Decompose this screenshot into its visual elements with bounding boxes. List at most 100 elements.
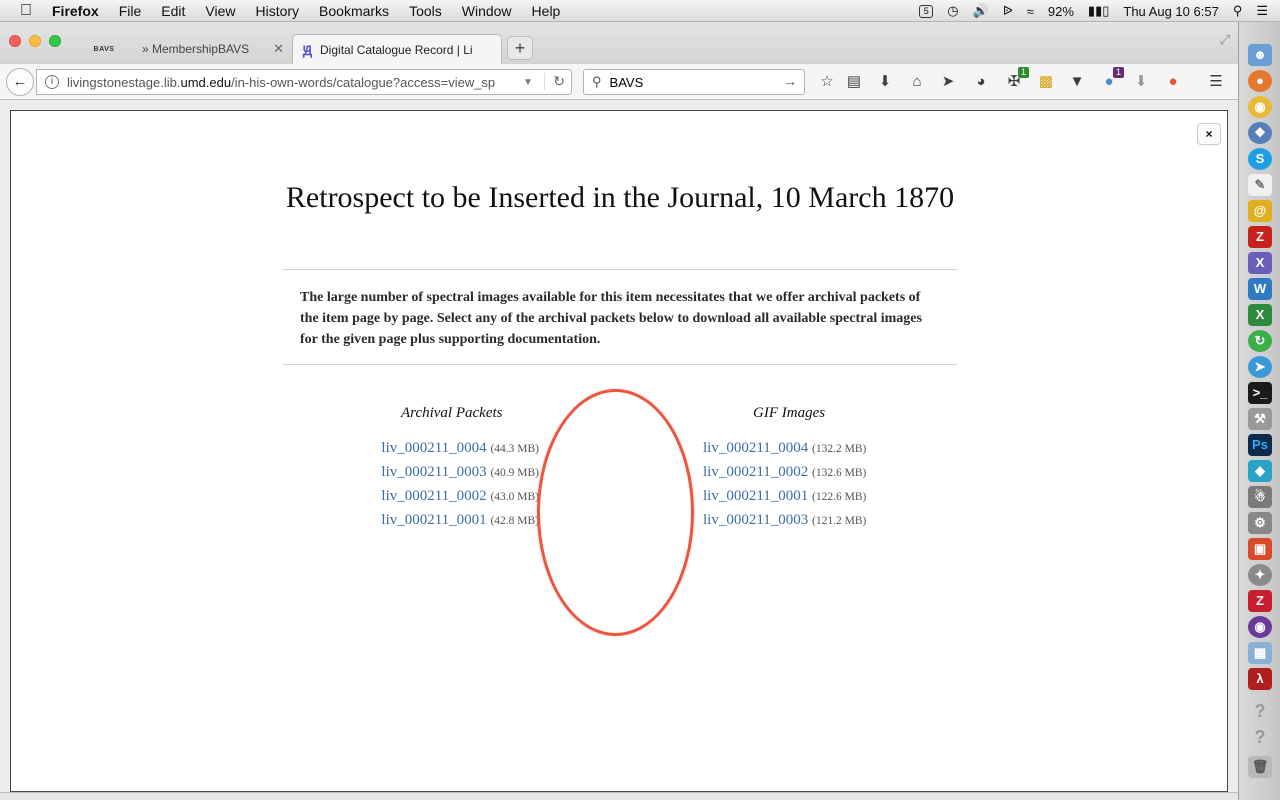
menu-window[interactable]: Window — [462, 3, 512, 19]
archival-packet-link[interactable]: liv_000211_0003 — [381, 464, 486, 480]
ghostery-icon[interactable]: ● 1 — [1100, 67, 1124, 91]
file-size: (121.2 MB) — [812, 515, 867, 527]
pocket-icon[interactable]: ▼ — [1068, 73, 1086, 91]
back-button[interactable]: ← — [6, 68, 34, 96]
search-input[interactable] — [609, 74, 780, 90]
hamburger-menu-icon[interactable]: ☰ — [1207, 73, 1225, 91]
url-domain: umd.edu — [180, 74, 232, 90]
gimp-icon[interactable]: ☃ — [1248, 486, 1272, 508]
list-item: liv_000211_0002 (132.6 MB) — [703, 461, 893, 485]
history-icon[interactable]: ◕ — [972, 73, 990, 91]
home-icon[interactable]: ⌂ — [908, 73, 926, 91]
gif-images-list: liv_000211_0004 (132.2 MB) liv_000211_00… — [703, 437, 893, 533]
search-go-icon[interactable]: → — [783, 73, 797, 89]
status-area: 5 ◷ 🔊 ᐉ ≈ 92% ▮▮▯ Thu Aug 10 6:57 ⚲ ☰ — [919, 0, 1268, 22]
volume-icon[interactable]: 🔊 — [973, 3, 989, 19]
window-minimize-button[interactable] — [29, 35, 41, 47]
url-dropdown-icon[interactable]: ▼ — [523, 77, 533, 88]
screen-sharing-icon[interactable]: ▣ — [1248, 538, 1272, 560]
new-tab-button[interactable]: + — [507, 36, 533, 60]
filezilla-icon[interactable]: Z — [1248, 226, 1272, 248]
download-arrow-icon[interactable]: ⬇ — [1132, 73, 1150, 91]
duckduckgo-icon[interactable]: ● — [1164, 73, 1182, 91]
chrome-icon[interactable]: ◉ — [1248, 96, 1272, 118]
battery-icon[interactable]: ▮▮▯ — [1088, 3, 1109, 19]
file-size: (44.3 MB) — [490, 443, 539, 455]
archival-packet-link[interactable]: liv_000211_0001 — [381, 512, 486, 528]
unknown-app-icon[interactable]: ? — [1248, 700, 1272, 722]
battery-percent[interactable]: 92% — [1048, 4, 1074, 19]
spotlight-icon[interactable]: ⚲ — [1233, 3, 1243, 19]
extension-icon[interactable]: ✠ 1 — [1005, 67, 1029, 91]
menu-help[interactable]: Help — [532, 3, 561, 19]
archival-packets-heading: Archival Packets — [401, 405, 503, 421]
downloads-icon[interactable]: ⬇ — [876, 73, 894, 91]
close-icon[interactable]: ✕ — [273, 41, 284, 57]
ruler-icon[interactable]: ▩ — [1037, 73, 1055, 91]
notification-center-icon[interactable]: ☰ — [1256, 3, 1268, 19]
send-icon[interactable]: ➤ — [939, 73, 957, 91]
cyberduck-icon[interactable]: @ — [1248, 200, 1272, 222]
terminal-icon[interactable]: >_ — [1248, 382, 1272, 404]
archival-packet-link[interactable]: liv_000211_0002 — [381, 488, 486, 504]
bluetooth-icon[interactable]: ᐉ — [1003, 3, 1013, 19]
close-modal-button[interactable]: × — [1197, 123, 1221, 145]
html5-icon[interactable]: 5 — [919, 4, 934, 18]
apple-icon[interactable]:  — [20, 2, 38, 20]
excel-icon[interactable]: X — [1248, 304, 1272, 326]
network-icon[interactable]: ➤ — [1248, 356, 1272, 378]
github-icon[interactable]: ◉ — [1248, 616, 1272, 638]
textedit-icon[interactable]: ✎ — [1248, 174, 1272, 196]
bookmark-star-icon[interactable]: ☆ — [818, 73, 836, 91]
reload-icon[interactable]: ↻ — [544, 73, 565, 90]
menu-firefox[interactable]: Firefox — [52, 3, 99, 19]
menu-file[interactable]: File — [119, 3, 142, 19]
time-machine-icon[interactable]: ◷ — [947, 3, 958, 19]
x11-icon[interactable]: X — [1248, 252, 1272, 274]
menu-history[interactable]: History — [255, 3, 299, 19]
tab-membership-bavs[interactable]: » MembershipBAVS ✕ — [132, 34, 290, 64]
list-item: liv_000211_0003 (121.2 MB) — [703, 509, 893, 533]
gif-image-link[interactable]: liv_000211_0002 — [703, 464, 808, 480]
word-icon[interactable]: W — [1248, 278, 1272, 300]
window-close-button[interactable] — [9, 35, 21, 47]
finder-icon[interactable]: ☻ — [1248, 44, 1272, 66]
gif-image-link[interactable]: liv_000211_0001 — [703, 488, 808, 504]
archival-packet-link[interactable]: liv_000211_0004 — [381, 440, 486, 456]
sync-icon[interactable]: ↻ — [1248, 330, 1272, 352]
menu-view[interactable]: View — [205, 3, 235, 19]
gif-image-link[interactable]: liv_000211_0003 — [703, 512, 808, 528]
menu-tools[interactable]: Tools — [409, 3, 442, 19]
reading-list-icon[interactable]: ▤ — [845, 73, 863, 91]
tab-digital-catalogue[interactable]: Ԭ Digital Catalogue Record | Li — [292, 34, 502, 64]
safari-icon[interactable]: ❖ — [1248, 122, 1272, 144]
zotero-icon[interactable]: Z — [1248, 590, 1272, 612]
unknown-app-icon[interactable]: ? — [1248, 726, 1272, 748]
acrobat-icon[interactable]: λ — [1248, 668, 1272, 690]
url-bar[interactable]: i livingstonestage.lib.umd.edu/in-his-ow… — [36, 69, 572, 95]
list-item: liv_000211_0001 (122.6 MB) — [703, 485, 893, 509]
info-icon[interactable]: i — [45, 75, 59, 89]
file-size: (43.0 MB) — [490, 491, 539, 503]
menu-edit[interactable]: Edit — [161, 3, 185, 19]
firefox-icon[interactable]: ● — [1248, 70, 1272, 92]
trash-icon[interactable]: 🗑 — [1248, 756, 1272, 778]
launchpad-icon[interactable]: ✦ — [1248, 564, 1272, 586]
menu-bookmarks[interactable]: Bookmarks — [319, 3, 389, 19]
utility-icon[interactable]: ⚒ — [1248, 408, 1272, 430]
app-diamond-icon[interactable]: ◆ — [1248, 460, 1272, 482]
preview-icon[interactable]: ▦ — [1248, 642, 1272, 664]
clock[interactable]: Thu Aug 10 6:57 — [1123, 4, 1218, 19]
fullscreen-icon[interactable]: ⤢ — [1220, 32, 1230, 48]
url-text[interactable]: livingstonestage.lib.umd.edu/in-his-own-… — [67, 75, 517, 90]
wifi-icon[interactable]: ≈ — [1027, 4, 1034, 19]
tab-pinned-bavs[interactable]: BAVS — [78, 34, 130, 64]
photoshop-icon[interactable]: Ps — [1248, 434, 1272, 456]
url-path: /in-his-own-words/catalogue?access=view_… — [231, 74, 496, 90]
search-bar[interactable]: ⚲ → — [583, 69, 805, 95]
window-zoom-button[interactable] — [49, 35, 61, 47]
gif-image-link[interactable]: liv_000211_0004 — [703, 440, 808, 456]
skype-icon[interactable]: S — [1248, 148, 1272, 170]
system-preferences-icon[interactable]: ⚙ — [1248, 512, 1272, 534]
ghostery-badge: 1 — [1112, 67, 1124, 78]
